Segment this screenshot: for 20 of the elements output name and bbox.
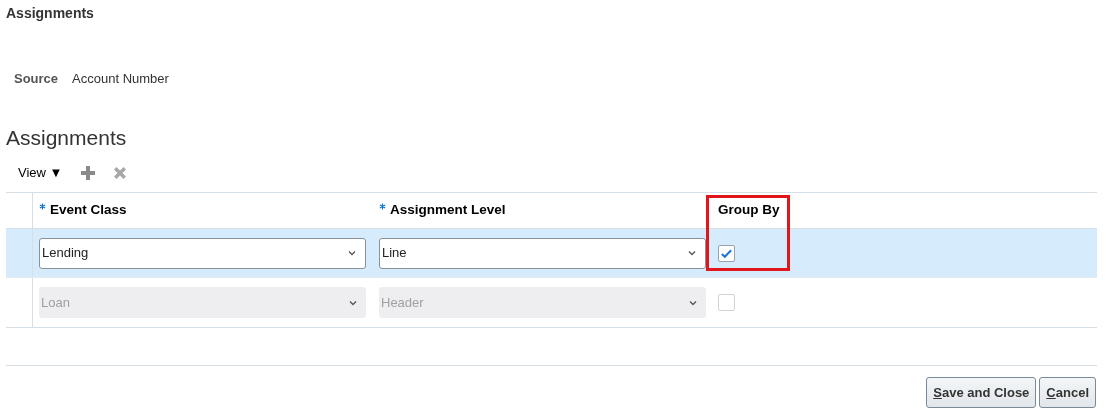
- field-value: Account Number: [72, 70, 169, 88]
- column-header: Assignment Level: [390, 201, 506, 220]
- view-menu[interactable]: View ▼: [18, 163, 63, 183]
- chevron-down-icon: [347, 248, 357, 258]
- add-icon[interactable]: [80, 165, 97, 181]
- delete-icon[interactable]: [112, 165, 129, 181]
- select-field: Header: [379, 287, 706, 318]
- checkbox[interactable]: [718, 244, 735, 262]
- save-and-close-button[interactable]: Save and Close: [926, 377, 1037, 408]
- select-field[interactable]: Lending: [39, 237, 366, 269]
- select-field: Loan: [39, 287, 366, 318]
- cancel-button[interactable]: Cancel: [1039, 377, 1096, 408]
- section-title: Assignments: [6, 125, 127, 151]
- field-label: Source: [14, 70, 59, 88]
- select-field[interactable]: Line: [379, 237, 706, 269]
- table-row[interactable]: Lending Line: [6, 229, 1097, 278]
- column-header: Event Class: [50, 201, 127, 220]
- page-title: Assignments: [6, 4, 94, 23]
- chevron-down-icon: [687, 248, 697, 258]
- column-header: Group By: [718, 201, 780, 220]
